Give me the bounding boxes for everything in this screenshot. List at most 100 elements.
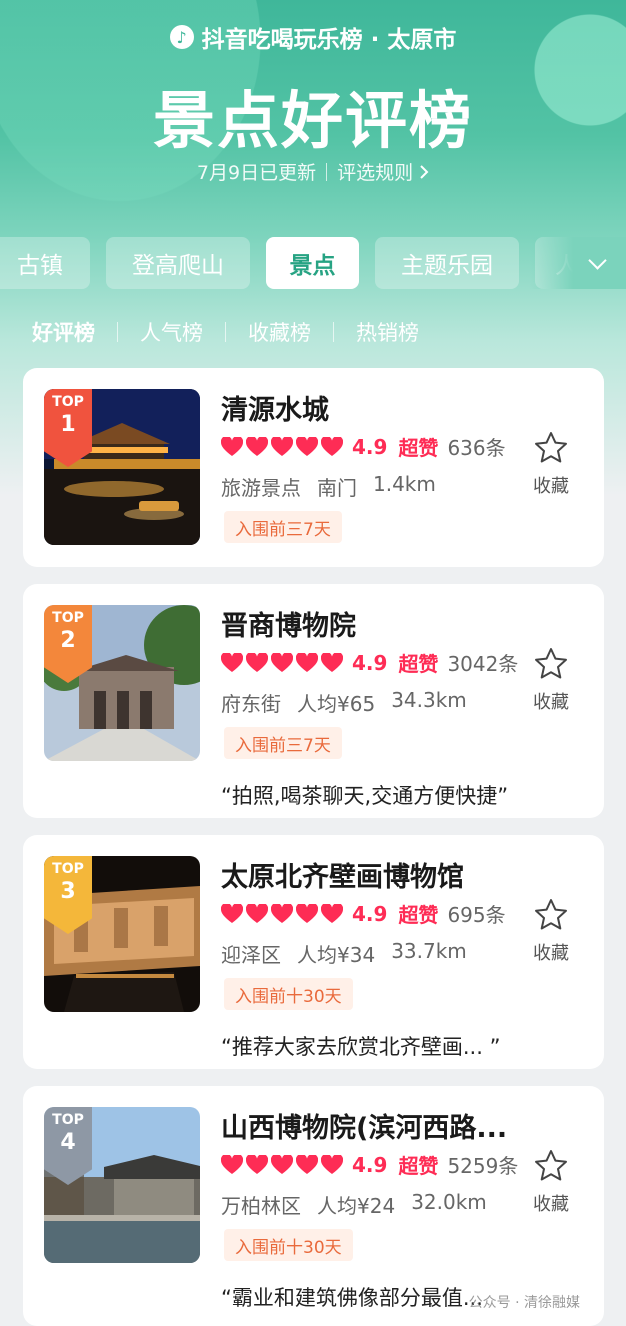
tab-theme-park[interactable]: 主题乐园 bbox=[375, 237, 519, 289]
subtab-favorites[interactable]: 收藏榜 bbox=[226, 317, 333, 347]
attraction-photo: TOP 1 bbox=[44, 389, 200, 545]
tab-climbing[interactable]: 登高爬山 bbox=[106, 237, 250, 289]
favorite-button[interactable]: 收藏 bbox=[522, 1148, 580, 1216]
rank-number: 3 bbox=[60, 879, 76, 904]
favorite-label: 收藏 bbox=[533, 692, 569, 713]
favorite-button[interactable]: 收藏 bbox=[522, 897, 580, 965]
expand-categories-button[interactable] bbox=[530, 237, 626, 289]
douyin-logo-icon: ♪ bbox=[169, 25, 194, 49]
favorite-label: 收藏 bbox=[533, 943, 569, 964]
attraction-name: 太原北齐壁画博物馆 bbox=[221, 862, 464, 893]
ranking-tag: 入围前十30天 bbox=[224, 978, 353, 1010]
list-item[interactable]: TOP 4 山西博物院(滨河西路... 4.9 超赞 5259条 万柏林区 人均… bbox=[23, 1086, 604, 1326]
update-row: 7月9日已更新 评选规则 bbox=[0, 158, 626, 185]
heart-icon bbox=[221, 436, 243, 457]
meta-area: 迎泽区 bbox=[221, 943, 281, 967]
meta-distance: 33.7km bbox=[391, 939, 467, 963]
heart-icon bbox=[296, 903, 318, 924]
sub-tabs: 好评榜 人气榜 收藏榜 热销榜 bbox=[32, 316, 441, 348]
rating-row: 4.9 超赞 695条 bbox=[221, 899, 506, 928]
heart-icon bbox=[321, 436, 343, 457]
heart-icon bbox=[296, 1154, 318, 1175]
tab-scenic-spots[interactable]: 景点 bbox=[266, 237, 359, 289]
subtab-rating[interactable]: 好评榜 bbox=[32, 317, 117, 347]
ranking-tag: 入围前三7天 bbox=[224, 727, 342, 759]
heart-icon bbox=[271, 436, 293, 457]
review-count: 3042条 bbox=[447, 652, 519, 676]
favorite-button[interactable]: 收藏 bbox=[522, 646, 580, 714]
heart-icon bbox=[246, 436, 268, 457]
rank-badge: TOP 2 bbox=[44, 605, 92, 683]
heart-icon bbox=[271, 903, 293, 924]
star-icon bbox=[535, 899, 567, 930]
star-icon bbox=[535, 432, 567, 463]
rating-praise: 超赞 bbox=[398, 1154, 439, 1178]
subtab-popularity[interactable]: 人气榜 bbox=[118, 317, 225, 347]
divider bbox=[326, 162, 328, 181]
meta-row: 府东街 人均¥65 34.3km bbox=[221, 688, 467, 717]
attraction-name: 山西博物院(滨河西路... bbox=[221, 1113, 508, 1144]
attraction-photo: TOP 3 bbox=[44, 856, 200, 1012]
list-item[interactable]: TOP 1 清源水城 4.9 超赞 636条 旅游景点 南门 1.4km 入围前… bbox=[23, 368, 604, 567]
rules-label: 评选规则 bbox=[337, 162, 414, 184]
star-icon bbox=[535, 648, 567, 679]
review-quote: “霸业和建筑佛像部分最值... bbox=[221, 1286, 483, 1310]
attraction-photo: TOP 4 bbox=[44, 1107, 200, 1263]
heart-icon bbox=[271, 1154, 293, 1175]
rating-score: 4.9 bbox=[352, 901, 388, 926]
rating-score: 4.9 bbox=[352, 434, 388, 459]
meta-category: 旅游景点 bbox=[221, 476, 301, 500]
rank-badge: TOP 1 bbox=[44, 389, 92, 467]
rating-score: 4.9 bbox=[352, 1152, 388, 1177]
updated-text: 7月9日已更新 bbox=[196, 162, 317, 184]
list-item[interactable]: TOP 2 晋商博物院 4.9 超赞 3042条 府东街 人均¥65 34.3k… bbox=[23, 584, 604, 818]
chevron-right-icon bbox=[420, 164, 429, 179]
favorite-label: 收藏 bbox=[533, 1194, 569, 1215]
ranking-tag: 入围前三7天 bbox=[224, 511, 342, 543]
meta-distance: 1.4km bbox=[373, 472, 436, 496]
heart-icon bbox=[246, 903, 268, 924]
review-quote: “推荐大家去欣赏北齐壁画... ” bbox=[221, 1035, 501, 1059]
rules-link[interactable]: 评选规则 bbox=[337, 158, 429, 185]
favorite-button[interactable]: 收藏 bbox=[522, 430, 580, 498]
rating-row: 4.9 超赞 5259条 bbox=[221, 1150, 518, 1179]
attraction-photo: TOP 2 bbox=[44, 605, 200, 761]
meta-price: 人均¥24 bbox=[317, 1194, 396, 1218]
heart-icon bbox=[321, 1154, 343, 1175]
rank-number: 1 bbox=[60, 412, 76, 437]
attraction-name: 清源水城 bbox=[221, 395, 329, 426]
tab-ancient-town[interactable]: 古镇 bbox=[0, 237, 90, 289]
heart-icon bbox=[221, 903, 243, 924]
rating-score: 4.9 bbox=[352, 650, 388, 675]
heart-icon bbox=[296, 436, 318, 457]
ranking-tag: 入围前十30天 bbox=[224, 1229, 353, 1261]
meta-area: 万柏林区 bbox=[221, 1194, 301, 1218]
rank-badge: TOP 3 bbox=[44, 856, 92, 934]
review-count: 5259条 bbox=[447, 1154, 519, 1178]
subtab-sales[interactable]: 热销榜 bbox=[334, 317, 441, 347]
list-item[interactable]: TOP 3 太原北齐壁画博物馆 4.9 超赞 695条 迎泽区 人均¥34 33… bbox=[23, 835, 604, 1069]
heart-icon bbox=[296, 652, 318, 673]
rating-row: 4.9 超赞 3042条 bbox=[221, 648, 518, 677]
review-count: 636条 bbox=[447, 436, 506, 460]
meta-distance: 32.0km bbox=[411, 1190, 487, 1214]
rank-badge: TOP 4 bbox=[44, 1107, 92, 1185]
meta-distance: 34.3km bbox=[391, 688, 467, 712]
rank-number: 4 bbox=[60, 1130, 76, 1155]
brand-row: ♪ 抖音吃喝玩乐榜 · 太原市 bbox=[0, 20, 626, 54]
review-count: 695条 bbox=[447, 903, 506, 927]
heart-icon bbox=[321, 903, 343, 924]
heart-icon bbox=[246, 1154, 268, 1175]
heart-icon bbox=[221, 652, 243, 673]
page-title: 景点好评榜 bbox=[152, 84, 473, 157]
category-tabs: 古镇 登高爬山 景点 主题乐园 人 bbox=[0, 237, 626, 289]
tab-label: 主题乐园 bbox=[401, 253, 493, 279]
tab-label: 景点 bbox=[289, 253, 336, 279]
brand-label: 抖音吃喝玩乐榜 · 太原市 bbox=[201, 27, 457, 53]
heart-icon bbox=[321, 652, 343, 673]
chevron-down-icon bbox=[588, 250, 607, 270]
rating-praise: 超赞 bbox=[398, 436, 439, 460]
meta-row: 旅游景点 南门 1.4km bbox=[221, 472, 436, 501]
rank-top-label: TOP bbox=[52, 1112, 84, 1128]
rank-number: 2 bbox=[60, 628, 76, 653]
